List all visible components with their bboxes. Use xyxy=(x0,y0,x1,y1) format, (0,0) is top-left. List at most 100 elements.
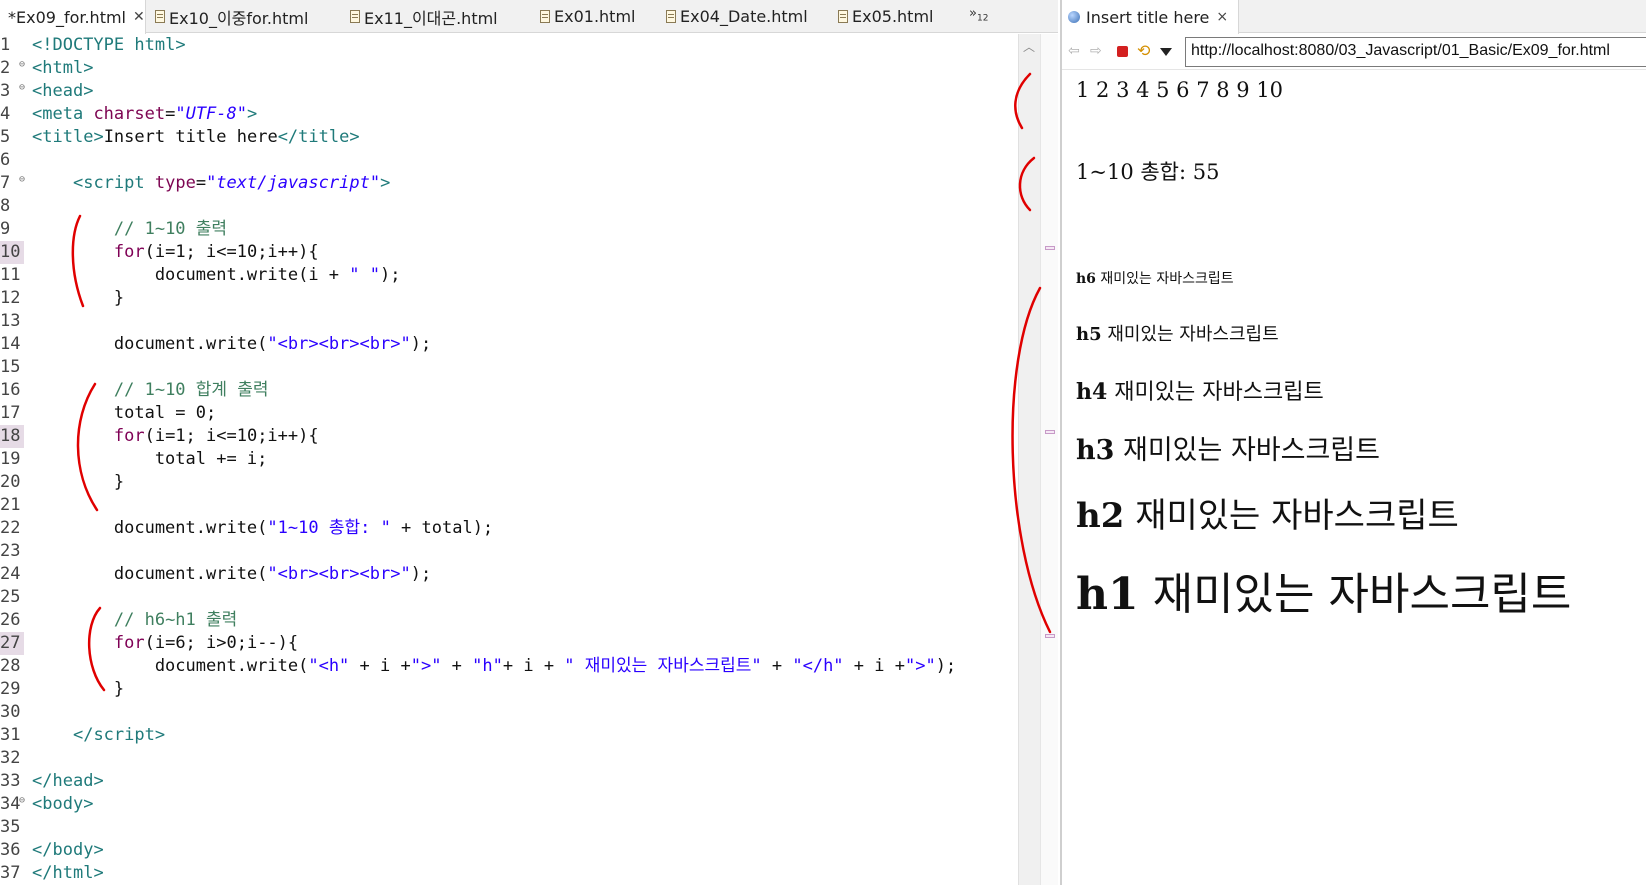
code-text: document.write("<br><br><br>"); xyxy=(32,333,431,356)
code-line[interactable]: 33 </head> xyxy=(0,770,1018,793)
code-line[interactable]: 14 document.write("<br><br><br>"); xyxy=(0,333,1018,356)
code-line[interactable]: 29 } xyxy=(0,678,1018,701)
heading-prefix: h6 xyxy=(1076,271,1096,287)
line-number: 20 xyxy=(0,472,21,492)
code-line[interactable]: 20 } xyxy=(0,471,1018,494)
line-number: 29 xyxy=(0,679,21,699)
code-line[interactable]: 3 ⊖ <head> xyxy=(0,80,1018,103)
code-line[interactable]: 9 // 1~10 출력 xyxy=(0,218,1018,241)
vertical-scrollbar[interactable]: ︿ xyxy=(1018,34,1040,885)
code-token: > xyxy=(83,58,94,78)
code-line[interactable]: 4 <meta charset="UTF-8"> xyxy=(0,103,1018,126)
heading-text: 재미있는 자바스크립트 xyxy=(1095,271,1234,287)
code-text: </head> xyxy=(32,770,104,793)
code-line[interactable]: 15 xyxy=(0,356,1018,379)
code-line[interactable]: 24 document.write("<br><br><br>"); xyxy=(0,563,1018,586)
line-number: 30 xyxy=(0,702,21,722)
code-token: > xyxy=(154,725,166,745)
code-line[interactable]: 25 xyxy=(0,586,1018,609)
line-number: 10 xyxy=(0,241,24,264)
fold-toggle-icon[interactable]: ⊖ xyxy=(19,53,25,76)
scroll-up-icon[interactable]: ︿ xyxy=(1023,38,1035,55)
tab-ex09-for[interactable]: *Ex09_for.html ✕ xyxy=(0,0,146,34)
code-line[interactable]: 8 xyxy=(0,195,1018,218)
code-line[interactable]: 7 ⊖ <script type="text/javascript"> xyxy=(0,172,1018,195)
tab-browser-page[interactable]: Insert title here × xyxy=(1062,0,1240,34)
tab-label: Ex05.html xyxy=(852,7,934,26)
code-line[interactable]: 2 ⊖ <html> xyxy=(0,57,1018,80)
code-line[interactable]: 6 xyxy=(0,149,1018,172)
tab-ex10[interactable]: Ex10_이중for.html xyxy=(155,0,308,33)
overview-mark[interactable] xyxy=(1045,246,1055,250)
code-token: charset xyxy=(93,104,166,124)
code-token: ">" xyxy=(410,656,442,676)
code-line[interactable]: 11 document.write(i + " "); xyxy=(0,264,1018,287)
code-line[interactable]: 23 xyxy=(0,540,1018,563)
code-token: // 1~10 출력 xyxy=(113,219,228,239)
code-line[interactable]: 16 // 1~10 합계 출력 xyxy=(0,379,1018,402)
tab-label: Ex11_이대곤.html xyxy=(364,8,498,28)
code-token: </ xyxy=(32,771,53,791)
code-text-area[interactable]: 1 <!DOCTYPE html> 2 ⊖ <html> 3 ⊖ <head> 4 <meta c… xyxy=(0,34,1018,885)
code-line[interactable]: 18 for(i=1; i<=10;i++){ xyxy=(0,425,1018,448)
tab-ex11[interactable]: Ex11_이대곤.html xyxy=(350,0,498,33)
tab-ex05[interactable]: Ex05.html xyxy=(838,0,933,33)
url-field[interactable]: http://localhost:8080/03_Javascript/01_B… xyxy=(1185,37,1646,67)
sum-text: 1~10 총합: 55 xyxy=(1076,160,1220,184)
close-icon[interactable]: ✕ xyxy=(133,9,145,25)
code-line[interactable]: 13 xyxy=(0,310,1018,333)
fold-toggle-icon[interactable]: ⊖ xyxy=(19,168,25,191)
code-line[interactable]: 10 for(i=1; i<=10;i++){ xyxy=(0,241,1018,264)
refresh-icon[interactable]: ⟲ xyxy=(1137,41,1150,60)
code-line[interactable]: 26 // h6~h1 출력 xyxy=(0,609,1018,632)
code-text: <html> xyxy=(32,57,93,80)
code-line[interactable]: 27 for(i=6; i>0;i--){ xyxy=(0,632,1018,655)
fold-toggle-icon[interactable]: ⊖ xyxy=(19,76,25,99)
line-number: 13 xyxy=(0,311,21,331)
back-arrow-icon[interactable]: ⇦ xyxy=(1068,43,1080,59)
code-line[interactable]: 17 total = 0; xyxy=(0,402,1018,425)
code-line[interactable]: 28 document.write("<h" + i +">" + "h"+ i… xyxy=(0,655,1018,678)
tab-ex01[interactable]: Ex01.html xyxy=(540,0,635,33)
code-line[interactable]: 21 xyxy=(0,494,1018,517)
code-line[interactable]: 35 xyxy=(0,816,1018,839)
code-line[interactable]: 36 </body> xyxy=(0,839,1018,862)
code-token: // h6~h1 출력 xyxy=(113,610,238,630)
code-text: // 1~10 합계 출력 xyxy=(32,379,269,402)
overview-mark[interactable] xyxy=(1045,634,1055,638)
code-line[interactable]: 30 xyxy=(0,701,1018,724)
code-token: < xyxy=(32,127,43,147)
code-line[interactable]: 34 ⊖ <body> xyxy=(0,793,1018,816)
line-number: 32 xyxy=(0,748,21,768)
stop-icon[interactable] xyxy=(1117,46,1128,57)
code-token: "h" xyxy=(472,656,503,676)
code-token: + xyxy=(441,656,473,676)
overview-ruler[interactable] xyxy=(1040,34,1058,885)
fold-toggle-icon[interactable]: ⊖ xyxy=(19,789,25,812)
code-token: html xyxy=(42,58,84,78)
code-token: html xyxy=(134,35,176,55)
code-token: > xyxy=(83,81,94,101)
code-line[interactable]: 12 } xyxy=(0,287,1018,310)
code-line[interactable]: 31 </script> xyxy=(0,724,1018,747)
code-line[interactable]: 1 <!DOCTYPE html> xyxy=(0,34,1018,57)
code-text: </script> xyxy=(32,724,165,747)
code-line[interactable]: 19 total += i; xyxy=(0,448,1018,471)
code-line[interactable]: 5 <title>Insert title here</title> xyxy=(0,126,1018,149)
overview-mark[interactable] xyxy=(1045,430,1055,434)
line-number: 4 xyxy=(0,104,11,124)
tab-ex04-date[interactable]: Ex04_Date.html xyxy=(666,0,808,33)
close-icon[interactable]: × xyxy=(1216,9,1228,25)
code-editor[interactable]: *Ex09_for.html ✕ Ex10_이중for.html Ex11_이대… xyxy=(0,0,1058,885)
code-line[interactable]: 22 document.write("1~10 총합: " + total); xyxy=(0,517,1018,540)
line-number: 27 xyxy=(0,632,24,655)
chevron-down-icon[interactable] xyxy=(1160,48,1172,56)
line-number: 35 xyxy=(0,817,21,837)
code-line[interactable]: 32 xyxy=(0,747,1018,770)
forward-arrow-icon[interactable]: ⇨ xyxy=(1090,43,1102,59)
code-line[interactable]: 37 </html> xyxy=(0,862,1018,885)
more-tabs-button[interactable]: »12 xyxy=(969,6,988,24)
